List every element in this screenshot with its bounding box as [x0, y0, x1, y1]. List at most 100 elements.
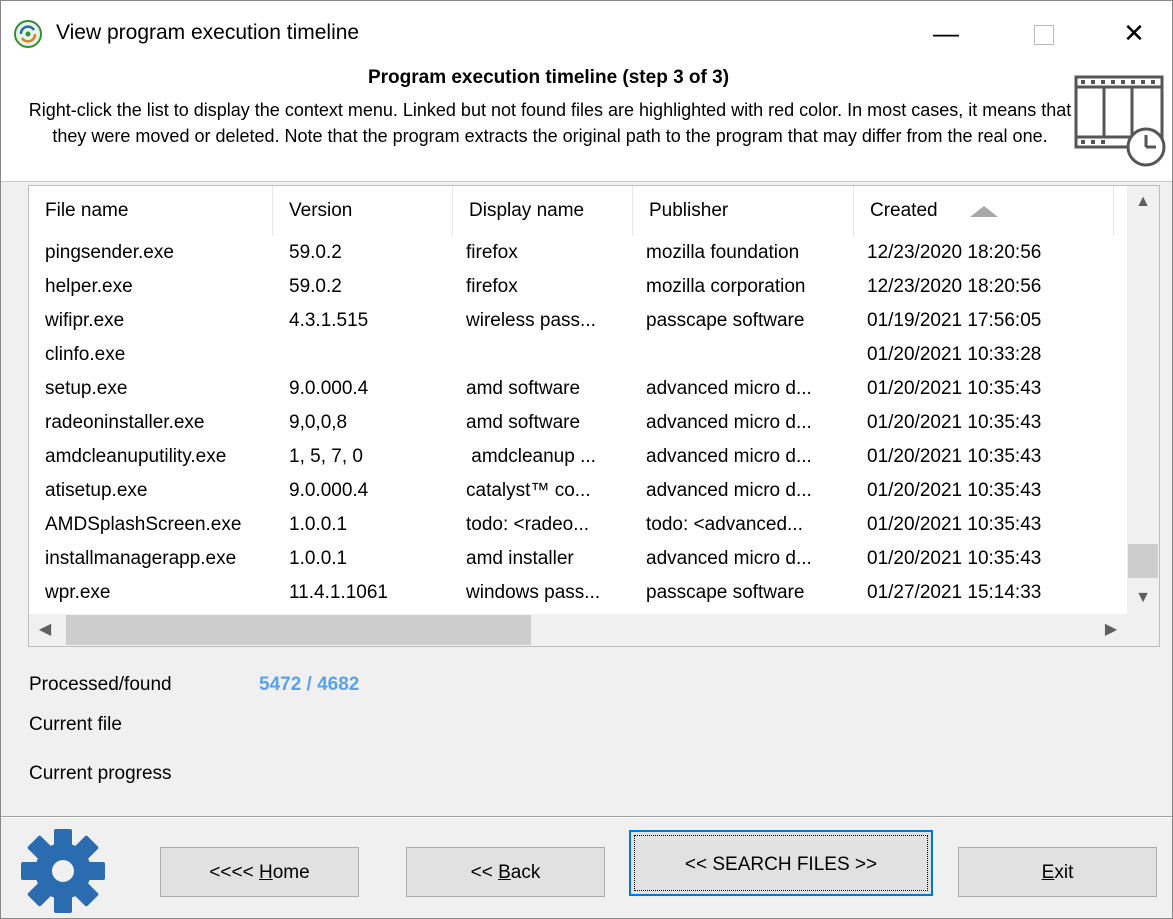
cell-display-name: todo: <radeo... [466, 514, 590, 535]
column-display-name[interactable]: Display name [453, 186, 633, 236]
scroll-down-icon[interactable]: ▼ [1127, 582, 1159, 614]
cell-version: 1.0.0.1 [289, 514, 348, 535]
table-row[interactable]: AMDSplashScreen.exe 1.0.0.1 todo: <radeo… [29, 508, 1127, 542]
table-row[interactable]: pingsender.exe 59.0.2 firefox mozilla fo… [29, 236, 1127, 270]
column-created-label: Created [870, 200, 938, 221]
current-file-label: Current file [29, 714, 122, 735]
divider [1, 816, 1172, 818]
table-row[interactable]: wpr.exe 11.4.1.1061 windows pass... pass… [29, 576, 1127, 610]
processed-found-label: Processed/found [29, 674, 172, 695]
timeline-list[interactable]: File name Version Display name Publisher… [28, 185, 1160, 647]
cell-created: 01/20/2021 10:35:43 [867, 548, 1042, 569]
horizontal-scroll-thumb[interactable] [66, 615, 531, 645]
table-row[interactable]: helper.exe 59.0.2 firefox mozilla corpor… [29, 270, 1127, 304]
cell-display-name: firefox [466, 276, 518, 297]
cell-display-name: wireless pass... [466, 310, 596, 331]
table-row[interactable]: atisetup.exe 9.0.000.4 catalyst™ co... a… [29, 474, 1127, 508]
processed-found-value: 5472 / 4682 [259, 674, 360, 695]
cell-version: 59.0.2 [289, 276, 342, 297]
home-button-accesskey: H [258, 862, 273, 883]
cell-display-name [450, 338, 630, 372]
cell-created: 01/19/2021 17:56:05 [867, 310, 1042, 331]
cell-publisher: mozilla corporation [646, 276, 806, 297]
scroll-right-icon[interactable]: ▶ [1095, 614, 1127, 646]
cell-created: 12/23/2020 18:20:56 [867, 242, 1042, 263]
cell-publisher: todo: <advanced... [646, 514, 803, 535]
table-row[interactable]: amdcleanuputility.exe 1, 5, 7, 0 amdclea… [29, 440, 1127, 474]
cell-display-name: amdcleanup ... [466, 446, 596, 467]
cell-file-name: installmanagerapp.exe [45, 548, 237, 569]
cell-created: 01/20/2021 10:35:43 [867, 480, 1042, 501]
cell-publisher: advanced micro d... [646, 446, 812, 467]
back-button[interactable]: << Back [406, 847, 605, 897]
gear-icon [21, 829, 105, 913]
close-button[interactable]: ✕ [1112, 13, 1156, 53]
table-row[interactable]: radeoninstaller.exe 9,0,0,8 amd software… [29, 406, 1127, 440]
step-title: Program execution timeline (step 3 of 3) [367, 67, 730, 88]
current-progress-label: Current progress [29, 763, 172, 784]
cell-created: 01/20/2021 10:35:43 [867, 446, 1042, 467]
cell-publisher: advanced micro d... [646, 480, 812, 501]
home-button-rest: ome [272, 862, 310, 883]
vertical-scroll-thumb[interactable] [1128, 544, 1158, 578]
search-files-button-label: << SEARCH FILES >> [634, 835, 928, 891]
window-title: View program execution timeline [56, 21, 360, 44]
cell-display-name: catalyst™ co... [466, 480, 591, 501]
table-row[interactable]: wifipr.exe 4.3.1.515 wireless pass... pa… [29, 304, 1127, 338]
cell-created: 12/23/2020 18:20:56 [867, 276, 1042, 297]
cell-file-name: pingsender.exe [45, 242, 174, 263]
sort-ascending-icon [970, 206, 998, 217]
cell-file-name: atisetup.exe [45, 480, 148, 501]
step-header: Program execution timeline (step 3 of 3)… [1, 63, 1172, 182]
maximize-icon [1034, 25, 1054, 46]
cell-created: 01/27/2021 15:14:33 [867, 582, 1042, 603]
dialog-window: View program execution timeline — ✕ Prog… [0, 0, 1173, 919]
vertical-scrollbar[interactable]: ▲ ▼ [1127, 186, 1159, 614]
list-rows: pingsender.exe 59.0.2 firefox mozilla fo… [29, 236, 1127, 610]
cell-display-name: amd software [466, 412, 581, 433]
step-description: Right-click the list to display the cont… [28, 100, 1072, 146]
cell-file-name: wpr.exe [45, 582, 111, 603]
home-button[interactable]: <<<< Home [160, 847, 359, 897]
cell-publisher: advanced micro d... [646, 378, 812, 399]
cell-publisher: advanced micro d... [646, 548, 812, 569]
column-created[interactable]: Created [854, 186, 1114, 236]
column-publisher[interactable]: Publisher [633, 186, 854, 236]
table-row[interactable]: clinfo.exe 01/20/2021 10:33:28 [29, 338, 1127, 372]
column-header: File name Version Display name Publisher… [29, 186, 1127, 236]
cell-publisher: passcape software [646, 310, 805, 331]
maximize-button[interactable] [1022, 13, 1066, 53]
cell-created: 01/20/2021 10:35:43 [867, 514, 1042, 535]
horizontal-scrollbar[interactable]: ◀ ▶ [29, 614, 1127, 646]
table-row[interactable]: setup.exe 9.0.000.4 amd software advance… [29, 372, 1127, 406]
cell-file-name: radeoninstaller.exe [45, 412, 205, 433]
cell-display-name: amd software [466, 378, 581, 399]
cell-file-name: amdcleanuputility.exe [45, 446, 227, 467]
exit-button-rest: xit [1054, 862, 1074, 883]
column-file-name[interactable]: File name [29, 186, 273, 236]
back-button-rest: ack [510, 862, 541, 883]
cell-version: 1.0.0.1 [289, 548, 348, 569]
cell-version [273, 338, 453, 372]
table-row[interactable]: installmanagerapp.exe 1.0.0.1 amd instal… [29, 542, 1127, 576]
app-icon [14, 20, 42, 48]
cell-file-name: setup.exe [45, 378, 128, 399]
cell-file-name: wifipr.exe [45, 310, 125, 331]
scroll-up-icon[interactable]: ▲ [1127, 186, 1159, 218]
search-files-button[interactable]: << SEARCH FILES >> [629, 830, 933, 896]
film-clock-icon [1074, 75, 1166, 167]
exit-button[interactable]: Exit [958, 847, 1157, 897]
cell-version: 4.3.1.515 [289, 310, 369, 331]
back-button-accesskey: B [498, 862, 511, 883]
minimize-button[interactable]: — [924, 13, 968, 53]
cell-file-name: helper.exe [45, 276, 133, 297]
cell-version: 9,0,0,8 [289, 412, 348, 433]
cell-version: 11.4.1.1061 [289, 582, 388, 603]
cell-version: 9.0.000.4 [289, 480, 369, 501]
cell-version: 9.0.000.4 [289, 378, 369, 399]
cell-file-name: AMDSplashScreen.exe [45, 514, 242, 535]
scroll-left-icon[interactable]: ◀ [29, 614, 61, 646]
column-version[interactable]: Version [273, 186, 453, 236]
scrollbar-corner [1127, 614, 1159, 646]
cell-file-name: clinfo.exe [45, 344, 126, 365]
